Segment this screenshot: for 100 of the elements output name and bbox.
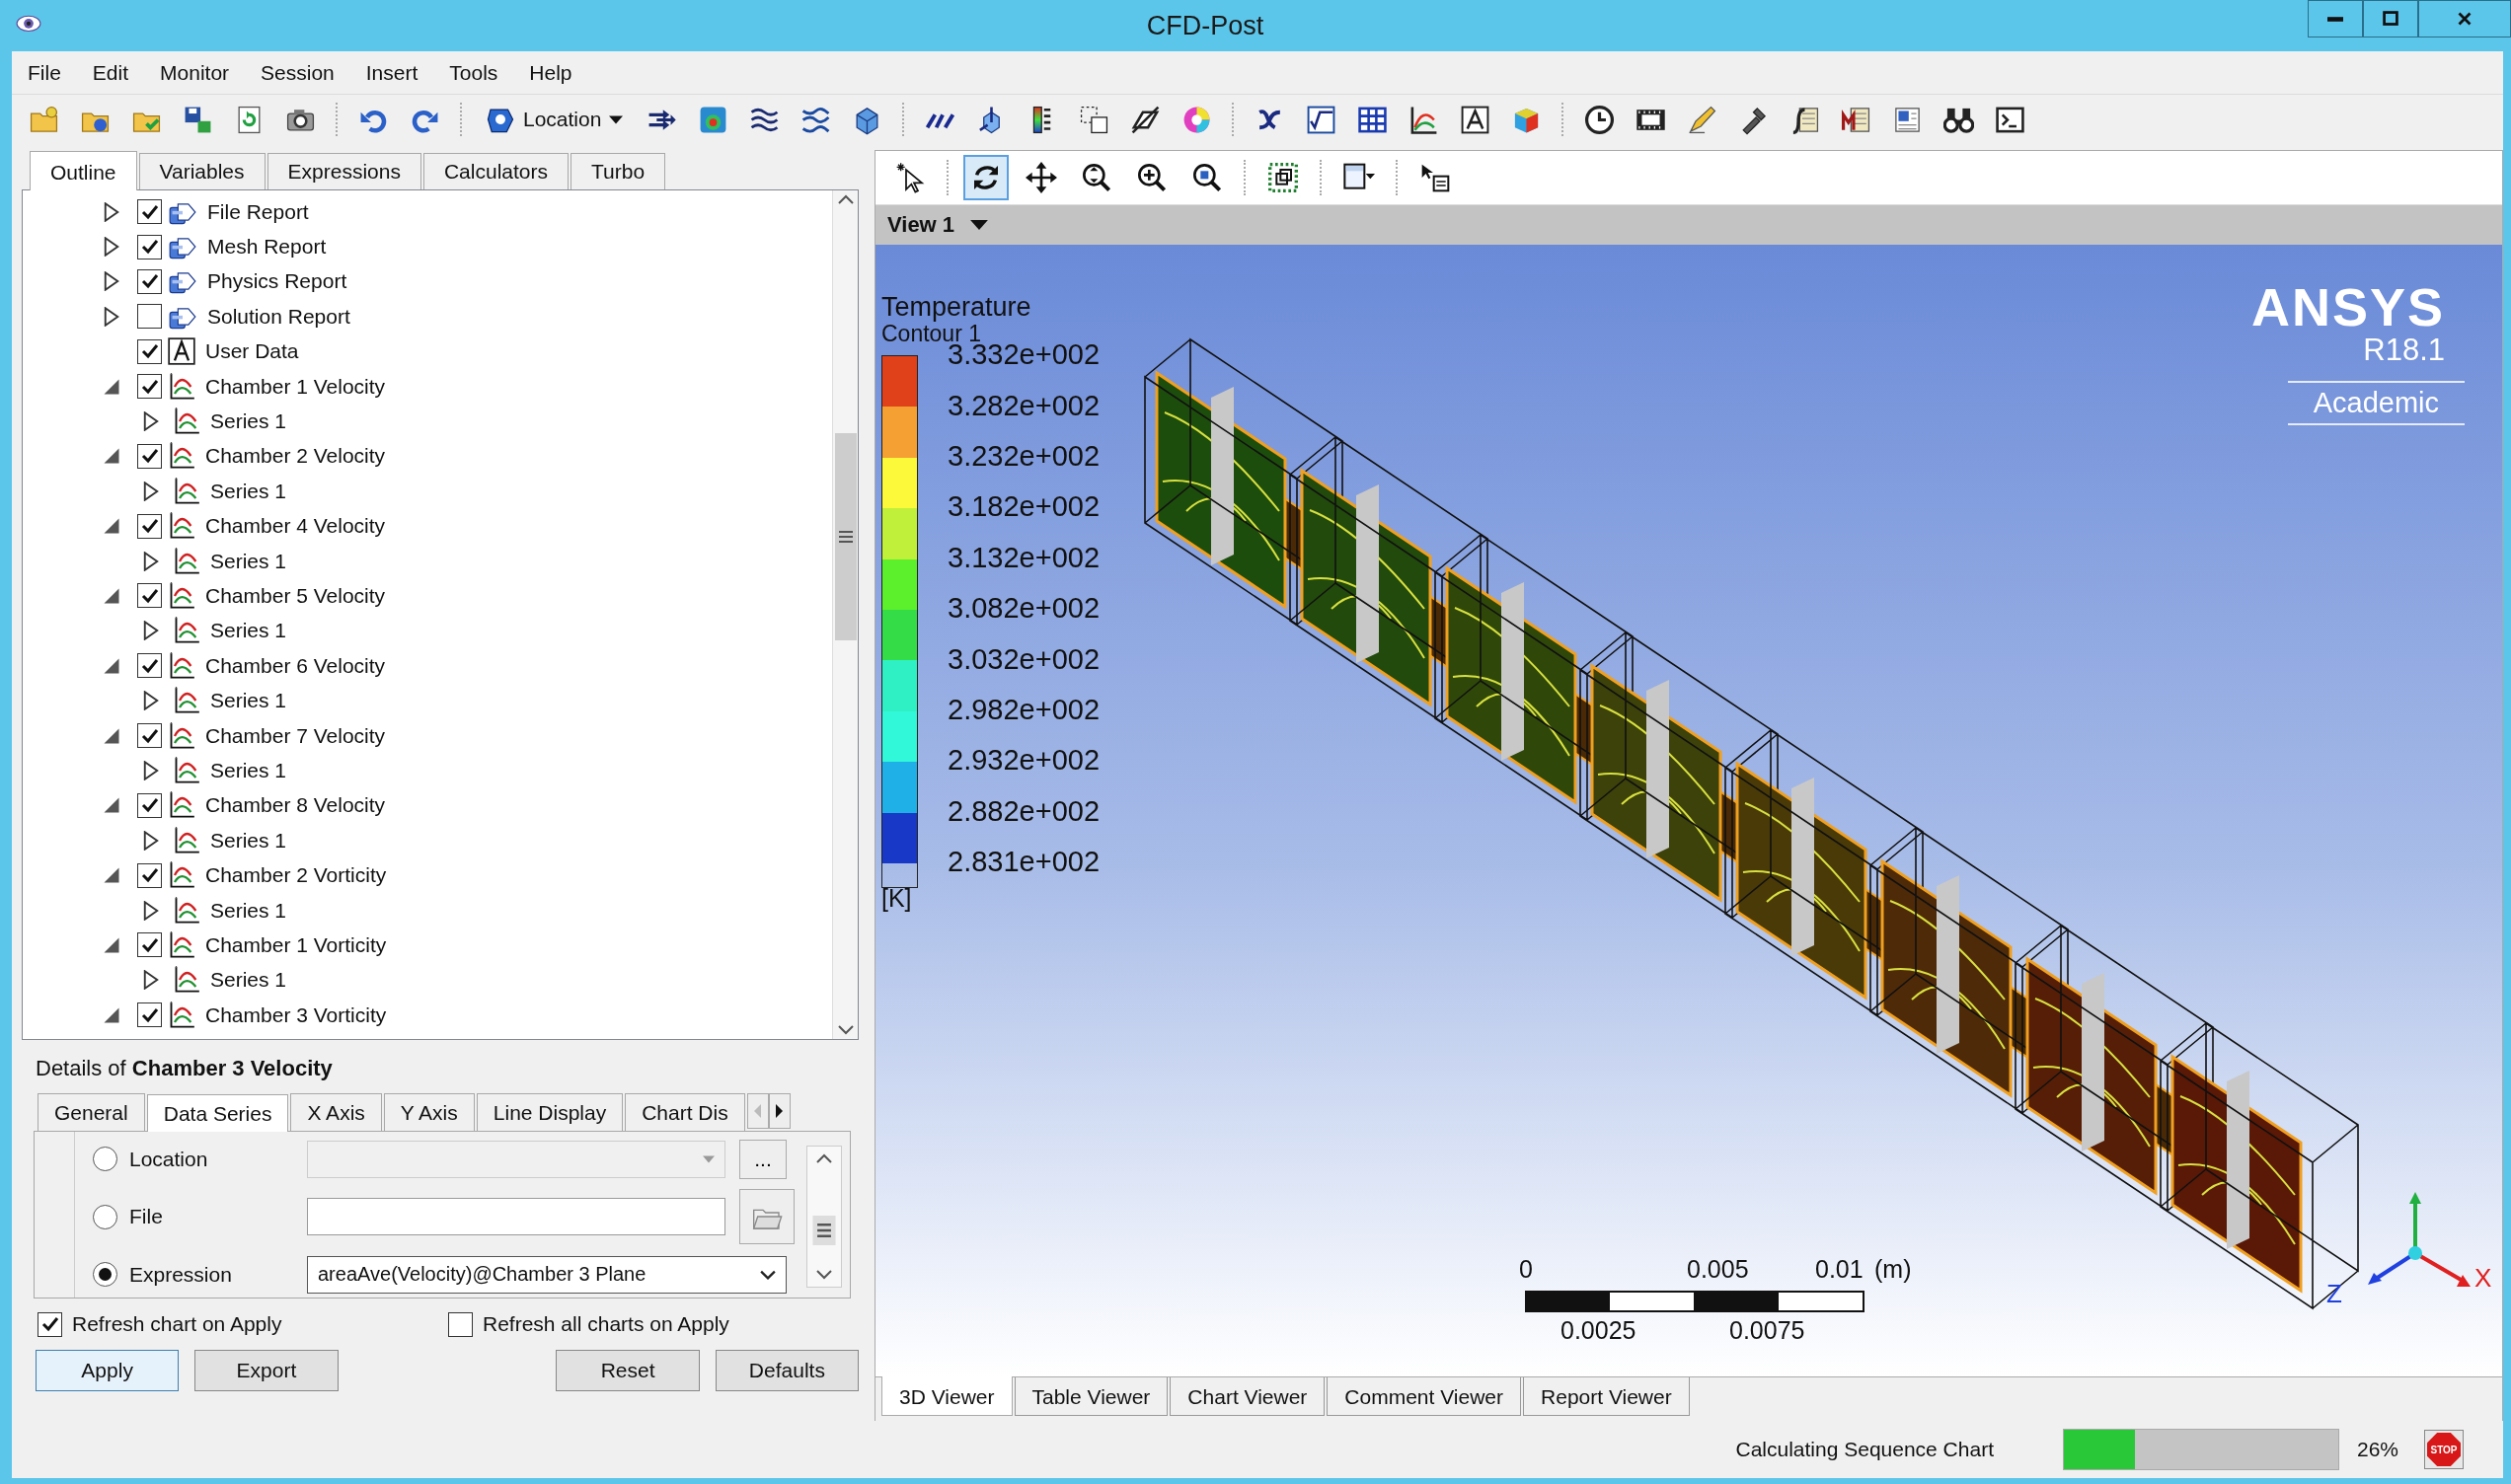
tree-item[interactable]: Series 1 <box>210 689 287 713</box>
radio-button[interactable] <box>93 1204 117 1229</box>
menu-item[interactable]: Monitor <box>150 56 244 89</box>
viewer-tab[interactable]: 3D Viewer <box>881 1376 1013 1416</box>
expand-arrow-icon[interactable] <box>141 691 161 711</box>
action-button[interactable]: Export <box>194 1350 339 1391</box>
checkbox[interactable] <box>448 1311 473 1337</box>
rotate-tool[interactable] <box>963 155 1009 200</box>
menu-item[interactable]: Help <box>519 56 586 89</box>
checkbox[interactable] <box>137 932 162 958</box>
tree-item[interactable]: Chamber 3 Vorticity <box>205 1002 387 1027</box>
tree-item[interactable]: Series 1 <box>210 619 287 643</box>
expand-arrow-icon[interactable] <box>102 237 121 258</box>
tree-item[interactable]: Chamber 8 Velocity <box>205 793 386 818</box>
checkbox[interactable] <box>137 723 162 749</box>
location-button[interactable]: Location <box>480 103 630 136</box>
tree-item[interactable]: Chamber 1 Vorticity <box>205 932 387 957</box>
tree-item[interactable]: Series 1 <box>210 409 287 434</box>
menu-item[interactable]: File <box>18 56 75 89</box>
action-button[interactable]: Reset <box>556 1350 700 1391</box>
checkbox[interactable] <box>137 304 162 330</box>
expand-arrow-icon[interactable] <box>141 970 161 991</box>
expand-arrow-icon[interactable] <box>141 900 161 921</box>
action-button[interactable]: Defaults <box>715 1350 859 1391</box>
panel-tab[interactable]: Calculators <box>422 153 569 189</box>
expand-arrow-icon[interactable] <box>102 201 121 222</box>
panel-tab[interactable]: Outline <box>30 151 137 190</box>
tree-item[interactable]: Series 1 <box>210 968 287 993</box>
expression-icon[interactable] <box>1306 104 1337 135</box>
annotation-icon[interactable] <box>1687 104 1718 135</box>
text-icon[interactable] <box>1460 104 1491 135</box>
tree-item[interactable]: Solution Report <box>207 304 350 329</box>
details-tab[interactable]: General <box>38 1093 145 1131</box>
viewer-tab[interactable]: Table Viewer <box>1014 1377 1169 1416</box>
checkbox[interactable] <box>137 268 162 294</box>
tree-item[interactable]: Mesh Report <box>207 235 327 260</box>
collapse-arrow-icon[interactable] <box>102 795 121 816</box>
radio-button[interactable] <box>93 1262 117 1287</box>
radio-label[interactable]: File <box>129 1205 307 1228</box>
tree-item[interactable]: Physics Report <box>207 269 347 294</box>
action-button[interactable]: Apply <box>36 1350 180 1391</box>
menu-item[interactable]: Tools <box>439 56 512 89</box>
scrollbar[interactable] <box>832 190 858 1039</box>
checkbox[interactable] <box>38 1311 62 1337</box>
menu-item[interactable]: Edit <box>82 56 143 89</box>
tree-item[interactable]: User Data <box>205 339 299 364</box>
viewer-tab[interactable]: Report Viewer <box>1523 1377 1690 1416</box>
viewer-tab[interactable]: Comment Viewer <box>1327 1377 1522 1416</box>
radio-label[interactable]: Expression <box>129 1262 307 1287</box>
tree-item[interactable]: Chamber 2 Velocity <box>205 444 386 469</box>
details-tab[interactable]: Chart Dis <box>625 1093 745 1131</box>
panel-tab[interactable]: Variables <box>138 153 266 189</box>
menu-item[interactable]: Session <box>251 56 348 89</box>
checkbox[interactable] <box>137 862 162 888</box>
file-input-field[interactable] <box>307 1198 725 1235</box>
checkbox[interactable] <box>137 443 162 469</box>
menu-item[interactable]: Insert <box>355 56 432 89</box>
collapse-arrow-icon[interactable] <box>102 586 121 606</box>
expand-arrow-icon[interactable] <box>141 411 161 432</box>
collapse-arrow-icon[interactable] <box>102 865 121 886</box>
instance-transform-icon[interactable] <box>1079 104 1110 135</box>
clip-plane-icon[interactable] <box>1130 104 1162 135</box>
checkbox[interactable] <box>137 653 162 679</box>
panel-tab[interactable]: Expressions <box>266 153 421 189</box>
clock-icon[interactable] <box>1584 104 1616 135</box>
stop-button[interactable]: STOP <box>2424 1430 2464 1469</box>
expand-arrow-icon[interactable] <box>141 760 161 780</box>
tree-item[interactable]: Chamber 5 Velocity <box>205 584 386 608</box>
checkbox-label[interactable]: Refresh all charts on Apply <box>483 1312 729 1336</box>
tree-item[interactable]: Series 1 <box>210 758 287 782</box>
expand-arrow-icon[interactable] <box>102 306 121 327</box>
checkbox-label[interactable]: Refresh chart on Apply <box>72 1312 282 1336</box>
collapse-arrow-icon[interactable] <box>102 446 121 467</box>
details-tab[interactable]: Y Axis <box>383 1093 475 1131</box>
minimize-button[interactable] <box>2308 0 2363 37</box>
tree-item[interactable]: Series 1 <box>210 898 287 923</box>
checkbox[interactable] <box>137 792 162 818</box>
checkbox[interactable] <box>137 199 162 225</box>
collapse-arrow-icon[interactable] <box>102 516 121 537</box>
open-folder-button[interactable] <box>739 1189 795 1244</box>
expand-arrow-icon[interactable] <box>102 271 121 292</box>
checkbox[interactable] <box>137 234 162 260</box>
checkbox[interactable] <box>137 583 162 609</box>
view-selector[interactable]: View 1 <box>887 212 955 238</box>
tree-item[interactable]: Series 1 <box>210 479 287 503</box>
tree-item[interactable]: File Report <box>207 199 309 224</box>
expand-arrow-icon[interactable] <box>141 481 161 501</box>
checkbox[interactable] <box>137 374 162 400</box>
expand-arrow-icon[interactable] <box>141 551 161 571</box>
tree-item[interactable]: Chamber 6 Velocity <box>205 653 386 678</box>
dropdown-caret-icon[interactable] <box>970 220 989 230</box>
tree-item[interactable]: Chamber 7 Velocity <box>205 723 386 748</box>
expand-arrow-icon[interactable] <box>141 830 161 851</box>
panel-tab[interactable]: Turbo <box>571 153 666 189</box>
new-folder-icon[interactable] <box>29 104 59 135</box>
tree-item[interactable]: Series 1 <box>210 828 287 853</box>
tree-item[interactable]: Chamber 2 Vorticity <box>205 863 387 888</box>
maximize-button[interactable] <box>2363 0 2418 37</box>
scrollbar[interactable] <box>806 1146 842 1288</box>
tree-item[interactable]: Series 1 <box>210 549 287 573</box>
